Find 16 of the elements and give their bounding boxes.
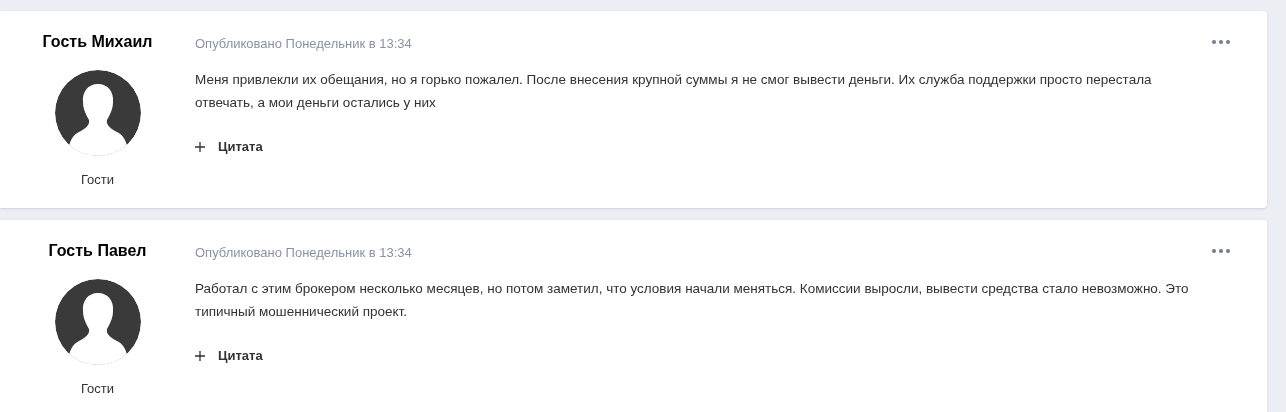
user-group: Гости bbox=[80, 170, 115, 190]
more-options-icon[interactable] bbox=[1212, 249, 1230, 253]
quote-button[interactable]: Цитата bbox=[195, 137, 263, 157]
post-body: Меня привлекли их обещания, но я горько пожалел. После внесения крупной суммы я не смог вывести деньги. Их служба поддержки просто перестала отвечать, а мои деньги остались у них bbox=[195, 71, 1153, 112]
author-name[interactable]: Гость Михаил bbox=[42, 31, 153, 53]
post-meta: Опубликовано Понедельник в 13:34 bbox=[195, 35, 412, 53]
plus-icon bbox=[195, 350, 205, 361]
author-name[interactable]: Гость Павел bbox=[48, 240, 147, 262]
post-meta: Опубликовано Понедельник в 13:34 bbox=[195, 244, 412, 262]
post-body: Работал с этим брокером несколько месяцев, но потом заметил, что условия начали меняться. Комиссии выросли, вывести средства стало невозможно. Это типичный мошеннический проект. bbox=[195, 280, 1190, 321]
user-group: Гости bbox=[80, 379, 115, 399]
plus-icon bbox=[195, 141, 205, 152]
avatar-icon bbox=[54, 279, 141, 365]
avatar-icon bbox=[54, 70, 141, 156]
more-options-icon[interactable] bbox=[1212, 40, 1230, 44]
quote-button[interactable]: Цитата bbox=[195, 346, 263, 366]
